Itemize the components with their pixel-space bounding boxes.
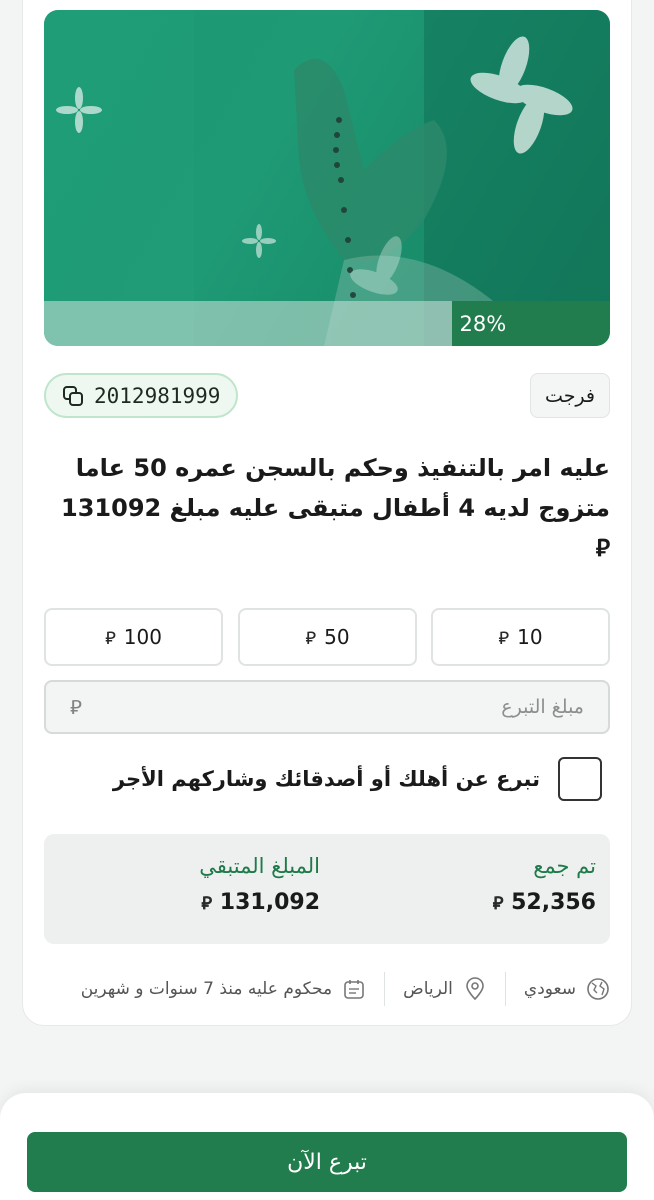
riyal-icon: ⃁: [201, 893, 213, 914]
funding-stats: تم جمع 52,356 ⃁ المبلغ المتبقي 131,092 ⃁: [44, 834, 610, 944]
donate-now-button[interactable]: تبرع الآن: [27, 1132, 627, 1192]
amount-button-10[interactable]: 10 ⃁: [431, 608, 610, 666]
riyal-icon: ⃁: [305, 627, 317, 649]
remaining-stat: المبلغ المتبقي 131,092 ⃁: [199, 854, 320, 915]
sentence-item: محكوم عليه منذ 7 سنوات و شهرين: [63, 977, 384, 1001]
sentence-duration: محكوم عليه منذ 7 سنوات و شهرين: [80, 979, 333, 999]
calendar-icon: [344, 980, 364, 999]
progress-percent-label: 28%: [459, 311, 507, 336]
globe-icon: [587, 978, 609, 1000]
copy-icon[interactable]: [62, 385, 84, 407]
remaining-label: المبلغ المتبقي: [199, 854, 320, 878]
remaining-value-row: 131,092 ⃁: [199, 890, 320, 915]
location-pin-icon: [466, 977, 484, 1001]
collected-stat: تم جمع 52,356 ⃁: [493, 854, 596, 915]
amount-value: 10: [517, 625, 543, 649]
riyal-icon: ⃁: [70, 695, 82, 719]
gift-donation-row[interactable]: تبرع عن أهلك أو أصدقائك وشاركهم الأجر: [113, 756, 602, 802]
gift-label: تبرع عن أهلك أو أصدقائك وشاركهم الأجر: [112, 767, 540, 791]
reference-id-badge[interactable]: 2012981999: [44, 373, 239, 418]
campaign-title: عليه امر بالتنفيذ وحكم بالسجن عمره 50 عا…: [61, 454, 610, 562]
riyal-icon: ⃁: [498, 627, 510, 649]
riyal-icon: ⃁: [105, 627, 116, 649]
amount-value: 100: [123, 625, 162, 649]
nationality-item: سعودي: [506, 977, 610, 1001]
campaign-hero-image: 28%: [44, 10, 610, 346]
amount-value: 50: [324, 625, 350, 649]
collected-value: 52,356: [511, 890, 596, 915]
city-item: الرياض: [385, 977, 505, 1001]
reference-id: 2012981999: [94, 383, 221, 408]
meta-divider: [384, 972, 386, 1006]
praying-hands-illustration: [44, 10, 610, 346]
amount-button-50[interactable]: 50 ⃁: [238, 608, 417, 666]
amount-button-100[interactable]: 100 ⃁: [44, 608, 223, 666]
collected-value-row: 52,356 ⃁: [493, 890, 596, 915]
gift-checkbox[interactable]: [558, 757, 602, 801]
campaign-page: 28% فرجت 2012981999 عليه امر بالتنفيذ وح…: [0, 0, 654, 1200]
remaining-value: 131,092: [219, 890, 320, 915]
city: الرياض: [403, 979, 453, 999]
collected-label: تم جمع: [533, 854, 596, 878]
progress-bar-fill: 28%: [451, 301, 610, 346]
campaign-tag: فرجت: [530, 373, 610, 418]
campaign-meta: سعودي الرياض محكوم عليه منذ 7 سنوات و شه…: [63, 967, 610, 1011]
nationality: سعودي: [523, 979, 576, 999]
riyal-icon: ⃁: [492, 893, 504, 914]
donation-amount-placeholder: مبلغ التبرع: [501, 696, 584, 718]
meta-divider: [504, 972, 506, 1006]
donation-amount-input[interactable]: مبلغ التبرع ⃁: [44, 680, 610, 734]
